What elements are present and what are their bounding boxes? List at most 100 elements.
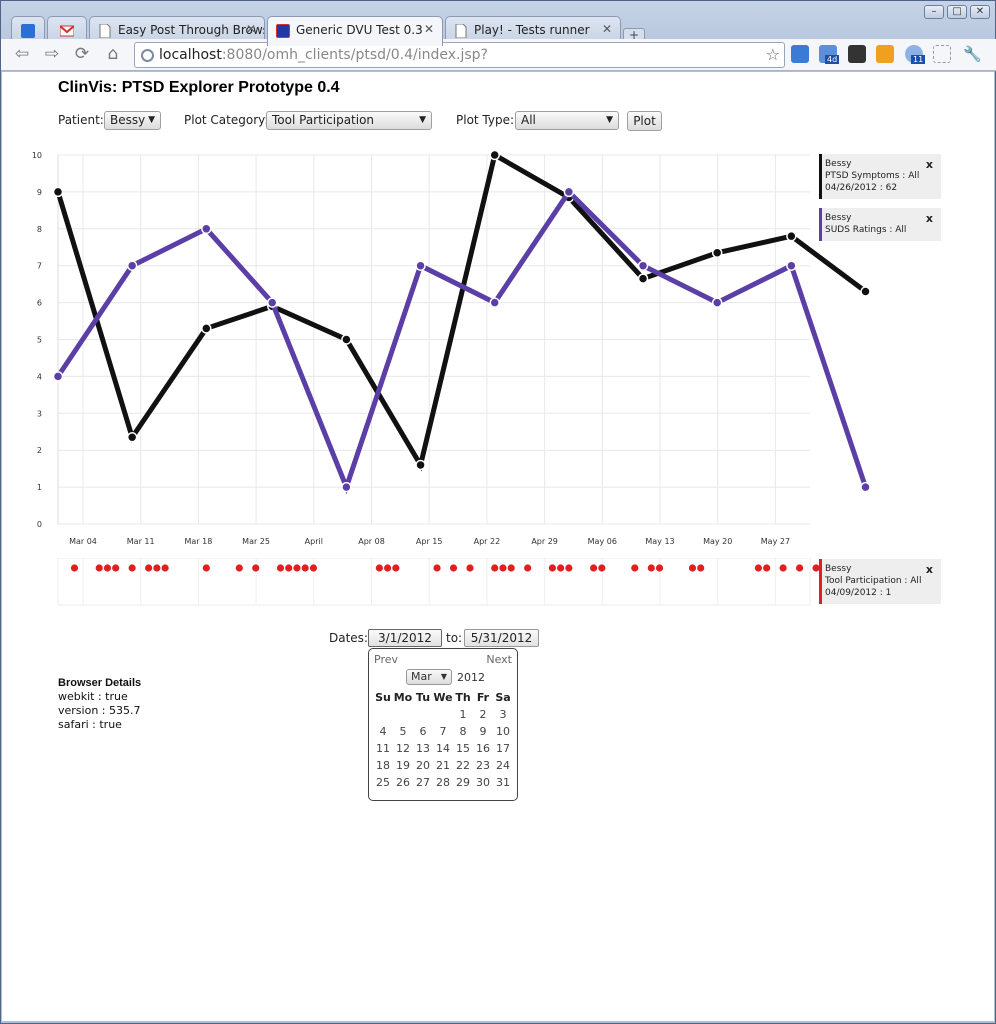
remove-series-button[interactable]: x [926,564,933,576]
document-icon [455,24,467,38]
start-date-input[interactable]: 3/1/2012 [368,629,442,647]
reload-button[interactable]: ⟳ [71,43,93,65]
tab-strip: Easy Post Through Browse ✕ Generic DVU T… [1,9,996,46]
y-tick-label: 2 [37,446,42,455]
chart-gridlines [57,154,810,525]
event-dot [202,564,210,572]
calendar-day[interactable]: 13 [413,740,433,757]
remove-series-button[interactable]: x [926,159,933,171]
end-date-input[interactable]: 5/31/2012 [464,629,539,647]
app-icon [276,24,290,38]
y-tick-label: 4 [37,372,42,381]
calendar-day[interactable]: 2 [473,706,493,723]
calendar-day[interactable]: 22 [453,757,473,774]
back-button[interactable]: ⇦ [11,43,33,65]
calendar-day[interactable]: 14 [433,740,453,757]
calendar-day[interactable]: 6 [413,723,433,740]
tab-generic-dvu[interactable]: Generic DVU Test 0.3 ✕ [267,16,443,46]
calendar-day[interactable]: 18 [373,757,393,774]
box-extension-icon[interactable] [876,45,894,63]
event-dot [548,564,557,572]
calendar-week: 4 5 6 7 8 9 10 [373,723,513,740]
detail-line: webkit : true [58,690,128,703]
mail-extension-icon[interactable]: 4d [819,45,840,64]
tab-close-icon[interactable]: ✕ [424,22,434,36]
calendar-day[interactable]: 3 [493,706,513,723]
legend-color-bar [819,559,822,604]
chat-extension-icon[interactable]: 11 [905,45,926,64]
plot-button[interactable]: Plot [627,111,662,131]
y-tick-label: 0 [37,520,42,529]
tab-close-icon[interactable]: ✕ [246,22,256,36]
calendar-day[interactable]: 25 [373,774,393,791]
bookmark-star-icon[interactable]: ☆ [766,43,780,67]
legend-color-bar [819,208,822,241]
event-dot [499,564,507,572]
event-dot [697,564,705,572]
data-point [201,323,212,334]
calendar-day[interactable]: 19 [393,757,413,774]
browser-details: Browser Details webkit : true version : … [58,676,141,732]
calendar-icon [21,24,35,38]
calendar-extension-icon[interactable] [791,45,809,63]
dropdown-arrow-icon: ▼ [148,115,155,125]
datepicker-next-link[interactable]: Next [486,653,512,666]
event-dot [590,564,598,572]
calendar-day[interactable]: 27 [413,774,433,791]
remove-series-button[interactable]: x [926,213,933,225]
calendar-day[interactable]: 7 [433,723,453,740]
dropdown-arrow-icon: ▼ [440,672,447,681]
patient-select[interactable]: Bessy ▼ [104,111,161,130]
patient-label: Patient: [58,113,104,127]
data-point [489,149,500,161]
calendar-day[interactable]: 1 [453,706,473,723]
calendar-day[interactable]: 10 [493,723,513,740]
calendar-day[interactable]: 16 [473,740,493,757]
calendar-day[interactable]: 21 [433,757,453,774]
crop-extension-icon[interactable] [933,45,951,63]
calendar-day[interactable]: 4 [373,723,393,740]
event-dot [754,564,763,572]
x-tick-label: Apr 22 [474,537,501,546]
event-dot [524,564,532,572]
weekday-header: We [433,690,453,704]
calendar-day[interactable]: 20 [413,757,433,774]
calendar-day[interactable]: 11 [373,740,393,757]
calendar-day[interactable]: 31 [493,774,513,791]
calendar-day[interactable]: 12 [393,740,413,757]
event-dot [309,564,318,572]
wrench-icon[interactable]: 🔧 [963,45,982,63]
plot-type-select[interactable]: All ▼ [515,111,619,130]
calendar-day[interactable]: 28 [433,774,453,791]
datepicker-prev-link[interactable]: Prev [374,653,398,666]
calendar-day[interactable]: 23 [473,757,493,774]
series-line [55,151,868,472]
y-tick-label: 6 [37,299,42,308]
forward-button[interactable]: ⇨ [41,43,63,65]
event-dot [95,564,103,572]
weekday-header: Fr [476,690,490,704]
calendar-day[interactable]: 24 [493,757,513,774]
calendar-week: 11 12 13 14 15 16 17 [373,740,513,757]
address-bar[interactable]: localhost:8080/omh_clients/ptsd/0.4/inde… [134,42,785,68]
calendar-day[interactable]: 30 [473,774,493,791]
calendar-day[interactable]: 9 [473,723,493,740]
calendar-day[interactable]: 17 [493,740,513,757]
calendar-day[interactable]: 8 [453,723,473,740]
y-tick-label: 9 [37,188,42,197]
event-dot [103,564,112,572]
calendar-day[interactable]: 29 [453,774,473,791]
data-point [711,297,723,308]
home-button[interactable]: ⌂ [102,43,124,65]
event-dot [763,564,771,572]
calendar-day[interactable]: 15 [453,740,473,757]
data-point [637,260,649,271]
gmail-icon [60,25,74,37]
calendar-day[interactable]: 5 [393,723,413,740]
legend-card-ptsd: Bessy PTSD Symptoms : All 04/26/2012 : 6… [819,154,941,199]
tab-close-icon[interactable]: ✕ [602,22,612,36]
evernote-extension-icon[interactable] [848,45,866,63]
plot-category-select[interactable]: Tool Participation ▼ [266,111,432,130]
calendar-day[interactable]: 26 [393,774,413,791]
month-select[interactable]: Mar ▼ [406,669,452,685]
